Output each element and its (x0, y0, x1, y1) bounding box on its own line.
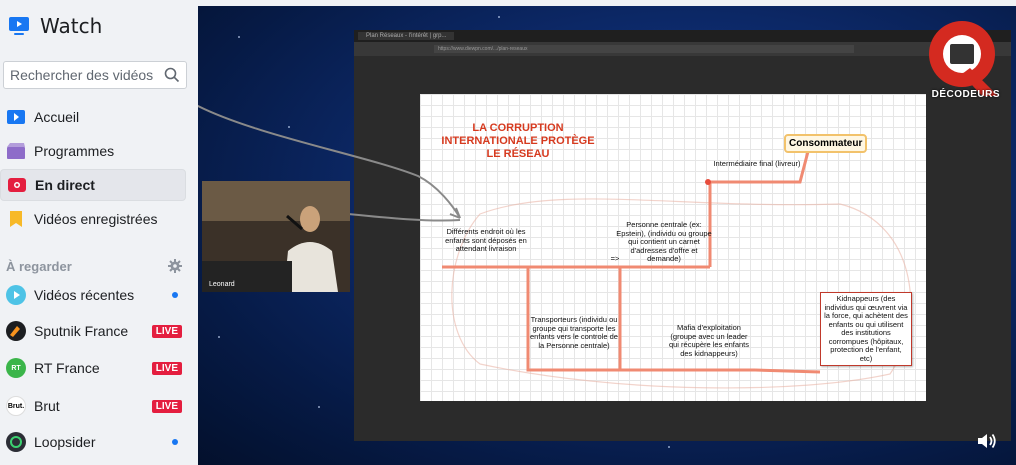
watch-header[interactable]: Watch (8, 14, 102, 38)
logo-text: DÉCODEURS (931, 89, 1000, 100)
video-player[interactable]: Plan Réseaux - l'intérêt | grp... https:… (198, 6, 1016, 465)
presenter-figure (202, 181, 350, 292)
mindmap-title-line: INTERNATIONALE PROTÈGE (441, 135, 595, 147)
mindmap-title-line: LE RÉSEAU (486, 148, 550, 160)
node-differents-endroits: Différents endroit où les enfants sont d… (445, 227, 527, 253)
node-personne-centrale: Personne centrale (ex: Epstein), (indivi… (616, 220, 712, 263)
follow-label: RT France (34, 360, 100, 376)
nav-en-direct[interactable]: En direct (0, 169, 186, 201)
background-star (218, 336, 220, 338)
nav-accueil[interactable]: Accueil (0, 101, 186, 133)
gear-icon[interactable] (168, 259, 182, 278)
follow-sputnik-france[interactable]: Sputnik France LIVE (0, 314, 190, 348)
node-consommateur: Consommateur (784, 134, 868, 153)
browser-urlbar: https://www.diewpn.com/.../plan-reseaux (354, 42, 1011, 56)
background-star (498, 16, 500, 18)
tv-icon (8, 16, 30, 36)
loopsider-avatar (6, 432, 26, 452)
follow-brut[interactable]: Brut. Brut LIVE (0, 389, 190, 423)
mindmap-title-line: LA CORRUPTION (472, 122, 564, 134)
unread-dot (172, 439, 178, 445)
brut-avatar: Brut. (6, 396, 26, 416)
follow-label: Brut (34, 398, 60, 414)
decodeurs-logo (924, 16, 1002, 100)
shared-browser-window: Plan Réseaux - l'intérêt | grp... https:… (354, 30, 1011, 441)
browser-tabbar: Plan Réseaux - l'intérêt | grp... (354, 30, 1011, 42)
follow-label: Sputnik France (34, 323, 129, 339)
background-star (238, 36, 240, 38)
follow-videos-recentes[interactable]: Vidéos récentes (0, 278, 190, 312)
live-badge: LIVE (151, 324, 182, 338)
nav-label: Accueil (34, 109, 80, 125)
home-icon (6, 108, 26, 126)
node-arrow: => (610, 254, 620, 263)
search-box[interactable] (3, 61, 187, 89)
presenter-name: Leonard (209, 281, 235, 288)
follow-label: Vidéos récentes (34, 287, 135, 303)
sputnik-avatar (6, 321, 26, 341)
live-badge: LIVE (151, 399, 182, 413)
follow-loopsider[interactable]: Loopsider (0, 425, 190, 459)
browser-tab: Plan Réseaux - l'intérêt | grp... (358, 32, 455, 40)
mindmap-slide: LA CORRUPTION INTERNATIONALE PROTÈGE LE … (420, 94, 926, 401)
nav-label: En direct (35, 177, 95, 193)
background-star (318, 406, 320, 408)
nav-programmes[interactable]: Programmes (0, 135, 186, 167)
page-title: Watch (40, 14, 103, 38)
background-star (288, 126, 290, 128)
webcam-pip[interactable]: Leonard (202, 181, 350, 292)
node-kidnappeurs: Kidnappeurs (des individus qui œuvrent v… (820, 292, 912, 366)
search-input[interactable] (10, 67, 160, 83)
search-icon[interactable] (164, 67, 180, 88)
nav-videos-enregistrees[interactable]: Vidéos enregistrées (0, 203, 186, 235)
unread-dot (172, 292, 178, 298)
live-icon (7, 176, 27, 194)
nav-label: Programmes (34, 143, 115, 159)
follow-rt-france[interactable]: RT RT France LIVE (0, 351, 190, 385)
browser-url: https://www.diewpn.com/.../plan-reseaux (434, 45, 854, 53)
watch-sidebar: Watch Accueil Programmes En direct Vidéo… (0, 0, 198, 465)
node-intermediaire: Intermédiaire final (livreur) (713, 159, 801, 168)
follow-label: Loopsider (34, 434, 96, 450)
node-mafia: Mafia d'exploitation (groupe avec un lea… (668, 323, 750, 358)
section-label: À regarder (6, 259, 72, 274)
volume-icon[interactable] (976, 431, 998, 456)
nav-label: Vidéos enregistrées (34, 211, 158, 227)
background-star (668, 446, 670, 448)
rt-avatar: RT (6, 358, 26, 378)
mindmap-title: LA CORRUPTION INTERNATIONALE PROTÈGE LE … (420, 122, 616, 161)
play-icon (6, 285, 26, 305)
live-badge: LIVE (151, 361, 182, 375)
node-transporteurs: Transporteurs (individu ou groupe qui tr… (530, 315, 618, 350)
programs-icon (6, 142, 26, 160)
saved-icon (6, 210, 26, 228)
